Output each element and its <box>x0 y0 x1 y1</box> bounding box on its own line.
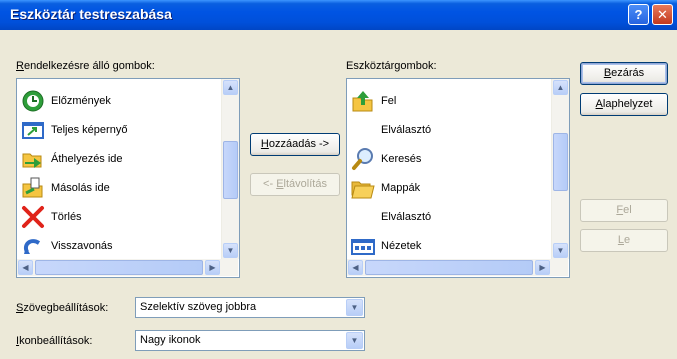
text-options-value: Szelektív szöveg jobbra <box>140 301 257 313</box>
list-item[interactable]: Fel <box>347 87 396 115</box>
copy-to-icon <box>21 176 45 200</box>
scroll-thumb-horizontal[interactable] <box>35 260 203 275</box>
icon-options-select[interactable]: Nagy ikonok ▼ <box>135 330 365 351</box>
undo-icon <box>21 234 45 258</box>
list-item[interactable]: Elválasztó <box>347 116 431 144</box>
list-item[interactable]: Keresés <box>347 145 421 173</box>
list-item[interactable]: Előzmények <box>17 87 111 115</box>
up-folder-icon <box>351 89 375 113</box>
scroll-thumb[interactable] <box>223 141 238 199</box>
available-vscrollbar[interactable]: ▲ ▼ <box>221 79 239 259</box>
add-button[interactable]: Hozzáadás -> <box>250 133 340 156</box>
list-item[interactable]: Teljes képernyő <box>17 116 127 144</box>
scroll-left-icon[interactable]: ◀ <box>18 260 33 275</box>
move-down-button[interactable]: Le <box>580 229 668 252</box>
title-bar[interactable]: Eszköztár testreszabása ? ✕ <box>0 0 677 30</box>
help-button[interactable]: ? <box>628 4 649 25</box>
move-up-button[interactable]: Fel <box>580 199 668 222</box>
scroll-right-icon[interactable]: ▶ <box>205 260 220 275</box>
list-item[interactable]: Másolás ide <box>17 174 110 202</box>
toolbar-buttons-label: Eszköztárgombok: <box>346 60 437 72</box>
chevron-down-icon[interactable]: ▼ <box>346 332 363 349</box>
scroll-down-icon[interactable]: ▼ <box>223 243 238 258</box>
list-item[interactable]: Visszavonás <box>17 232 113 260</box>
scroll-thumb[interactable] <box>553 133 568 191</box>
delete-icon <box>21 205 45 229</box>
toolbar-buttons-list[interactable]: Fel Elválasztó Keresés Mappák Elválasztó… <box>346 78 570 278</box>
scroll-up-icon[interactable]: ▲ <box>223 80 238 95</box>
history-icon <box>21 89 45 113</box>
close-icon[interactable]: ✕ <box>652 4 673 25</box>
list-item[interactable]: Áthelyezés ide <box>17 145 123 173</box>
list-item[interactable]: Törlés <box>17 203 82 231</box>
scroll-up-icon[interactable]: ▲ <box>553 80 568 95</box>
scroll-left-icon[interactable]: ◀ <box>348 260 363 275</box>
available-buttons-list[interactable]: Előzmények Teljes képernyő Áthelyezés id… <box>16 78 240 278</box>
customize-toolbar-dialog: Eszköztár testreszabása ? ✕ Rendelkezésr… <box>0 0 677 359</box>
remove-button[interactable]: <- Eltávolítás <box>250 173 340 196</box>
scroll-right-icon[interactable]: ▶ <box>535 260 550 275</box>
list-item[interactable]: Elválasztó <box>347 203 431 231</box>
available-hscrollbar[interactable]: ◀ ▶ <box>17 259 238 276</box>
text-options-select[interactable]: Szelektív szöveg jobbra ▼ <box>135 297 365 318</box>
chevron-down-icon[interactable]: ▼ <box>346 299 363 316</box>
icon-options-label: Ikonbeállítások: <box>16 335 93 347</box>
search-icon <box>351 147 375 171</box>
scroll-thumb-horizontal[interactable] <box>365 260 533 275</box>
toolbar-vscrollbar[interactable]: ▲ ▼ <box>551 79 569 259</box>
fullscreen-icon <box>21 118 45 142</box>
icon-options-value: Nagy ikonok <box>140 334 201 346</box>
reset-button[interactable]: Alaphelyzet <box>580 93 668 116</box>
list-item[interactable]: Mappák <box>347 174 420 202</box>
folders-icon <box>351 176 375 200</box>
scroll-down-icon[interactable]: ▼ <box>553 243 568 258</box>
list-item[interactable]: Nézetek <box>347 232 421 260</box>
move-to-icon <box>21 147 45 171</box>
window-title: Eszköztár testreszabása <box>10 6 172 22</box>
toolbar-hscrollbar[interactable]: ◀ ▶ <box>347 259 568 276</box>
close-button[interactable]: Bezárás <box>580 62 668 85</box>
text-options-label: Szövegbeállítások: <box>16 302 109 314</box>
available-buttons-label: Rendelkezésre álló gombok: <box>16 60 155 72</box>
views-icon <box>351 234 375 258</box>
